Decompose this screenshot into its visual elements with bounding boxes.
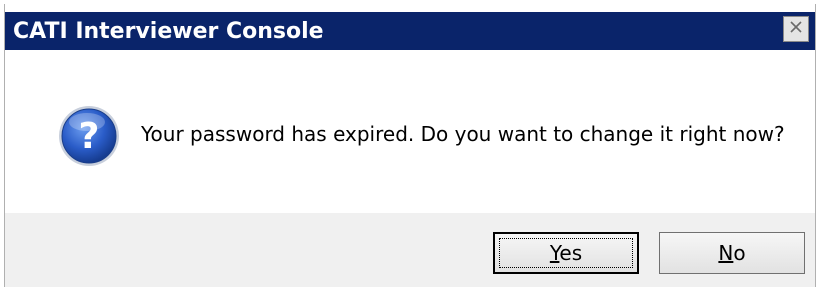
message-dialog: CATI Interviewer Console ? Your password…	[4, 4, 816, 287]
window-title: CATI Interviewer Console	[13, 18, 324, 44]
svg-text:?: ?	[79, 116, 100, 157]
yes-button-label: Yes	[549, 241, 583, 265]
dialog-content: ? Your password has expired. Do you want…	[5, 50, 815, 213]
message-text: Your password has expired. Do you want t…	[141, 122, 785, 146]
close-button[interactable]	[783, 16, 809, 42]
title-bar[interactable]: CATI Interviewer Console	[5, 12, 815, 50]
button-bar: Yes No	[5, 213, 815, 287]
close-icon	[788, 19, 804, 39]
question-icon: ?	[57, 104, 121, 168]
yes-button[interactable]: Yes	[493, 232, 639, 274]
no-button-label: No	[718, 241, 746, 265]
no-button[interactable]: No	[659, 232, 805, 274]
